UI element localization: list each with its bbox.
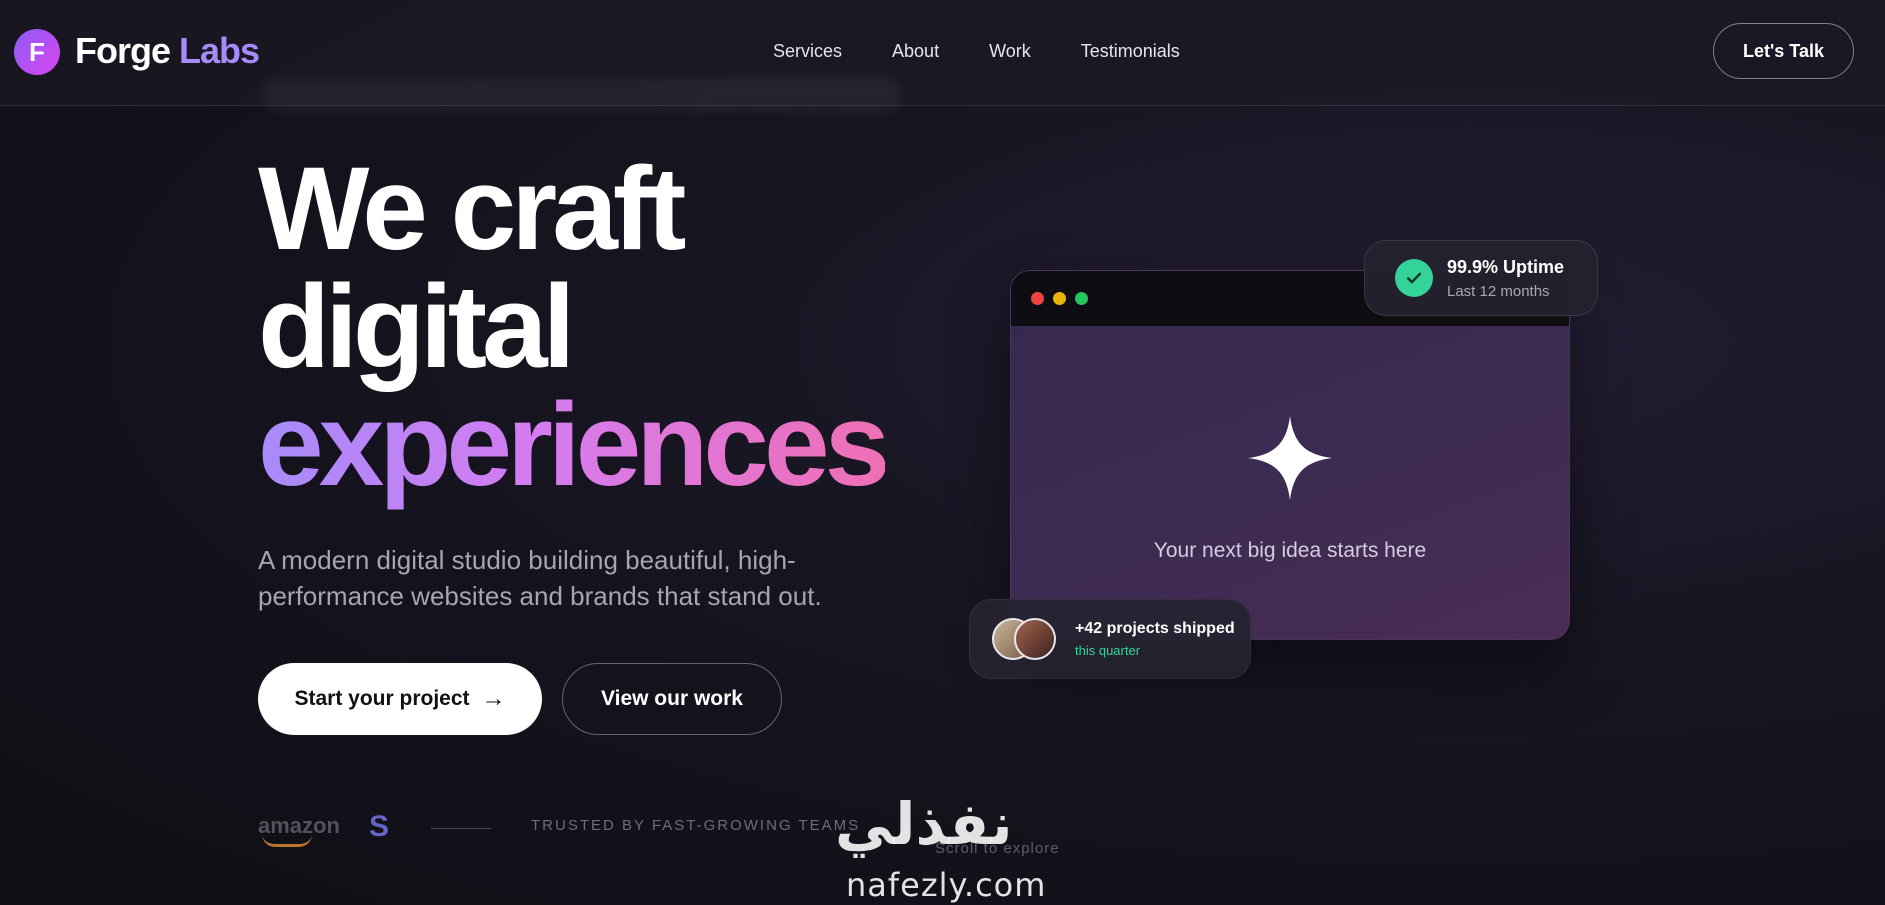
nav-work[interactable]: Work	[989, 41, 1031, 62]
view-work-button[interactable]: View our work	[562, 663, 782, 735]
maximize-dot-icon	[1075, 292, 1088, 305]
watermark-url: nafezly.com	[846, 866, 1047, 904]
browser-mockup-card: Your next big idea starts here	[1010, 270, 1570, 640]
nav-about[interactable]: About	[892, 41, 939, 62]
arrow-right-icon: →	[481, 685, 506, 712]
logo-badge[interactable]: F	[14, 29, 60, 75]
s-logo: S	[369, 810, 390, 843]
brand-logo[interactable]: Forge Labs	[75, 30, 260, 72]
start-project-label: Start your project	[294, 687, 470, 710]
amazon-smile-icon	[262, 834, 312, 847]
brand-accent: Labs	[179, 30, 260, 71]
headline-line-3: experiences	[258, 379, 890, 511]
watermark-arabic: نفذلي	[835, 790, 1013, 858]
avatar	[1014, 618, 1056, 660]
nav-services[interactable]: Services	[773, 41, 842, 62]
projects-subtitle: this quarter	[1075, 643, 1141, 658]
blurred-announcement-pill	[262, 78, 902, 112]
projects-title: +42 projects shipped	[1075, 620, 1235, 637]
headline-line-2: digital	[258, 261, 575, 393]
nav-testimonials[interactable]: Testimonials	[1081, 41, 1180, 62]
logo-letter: F	[29, 36, 45, 67]
uptime-subtitle: Last 12 months	[1447, 283, 1550, 300]
start-project-button[interactable]: Start your project →	[258, 663, 542, 735]
close-dot-icon	[1031, 292, 1044, 305]
projects-badge: +42 projects shipped this quarter	[969, 599, 1251, 679]
trusted-label: TRUSTED BY FAST-GROWING TEAMS	[531, 817, 861, 834]
uptime-title: 99.9% Uptime	[1447, 257, 1565, 277]
hero-subtitle: A modern digital studio building beautif…	[258, 545, 822, 611]
brand-primary: Forge	[75, 30, 171, 71]
hero-headline: We craft digital experiences	[258, 150, 890, 504]
trusted-divider	[431, 828, 491, 829]
minimize-dot-icon	[1053, 292, 1066, 305]
check-circle-icon	[1395, 259, 1433, 297]
mockup-caption: Your next big idea starts here	[1153, 539, 1427, 562]
sparkle-icon	[1248, 416, 1332, 500]
main-nav: Services About Work Testimonials	[773, 41, 1230, 62]
lets-talk-button[interactable]: Let's Talk	[1713, 23, 1854, 79]
uptime-badge: 99.9% Uptime Last 12 months	[1364, 240, 1598, 316]
headline-line-1: We craft	[258, 143, 686, 275]
